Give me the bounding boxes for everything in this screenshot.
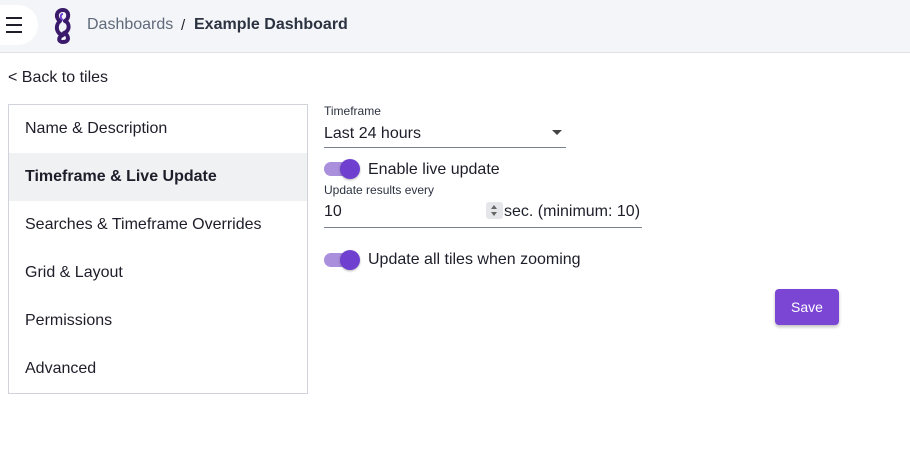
breadcrumb-dashboards-link[interactable]: Dashboards (87, 16, 173, 34)
breadcrumb-separator: / (181, 17, 186, 34)
nav-item-name-description[interactable]: Name & Description (9, 105, 307, 153)
dropdown-arrow-icon (552, 130, 562, 135)
nav-item-advanced[interactable]: Advanced (9, 345, 307, 393)
menu-line (6, 24, 22, 26)
timeframe-select-value: Last 24 hours (324, 125, 421, 142)
top-bar: Dashboards / Example Dashboard (0, 0, 910, 53)
update-every-label: Update results every (324, 183, 435, 197)
live-update-toggle[interactable] (324, 159, 362, 179)
back-to-tiles-link[interactable]: < Back to tiles (8, 69, 108, 87)
update-interval-input[interactable]: 10 (324, 200, 504, 228)
menu-line (6, 31, 22, 33)
toggle-thumb (340, 159, 360, 179)
live-update-label: Enable live update (368, 161, 500, 178)
zoom-update-toggle[interactable] (324, 250, 362, 270)
timeframe-label: Timeframe (324, 104, 381, 118)
app-logo[interactable] (52, 8, 74, 44)
settings-nav: Name & Description Timeframe & Live Upda… (8, 104, 308, 394)
update-interval-value: 10 (324, 203, 342, 220)
nav-item-grid-layout[interactable]: Grid & Layout (9, 249, 307, 297)
spinner-up-icon (491, 205, 497, 209)
nav-item-timeframe-live-update[interactable]: Timeframe & Live Update (9, 153, 307, 201)
timeframe-select[interactable]: Last 24 hours (324, 119, 566, 148)
zoom-update-label: Update all tiles when zooming (368, 251, 581, 268)
nav-item-permissions[interactable]: Permissions (9, 297, 307, 345)
save-button[interactable]: Save (775, 289, 839, 325)
toggle-thumb (340, 250, 360, 270)
breadcrumb-current: Example Dashboard (194, 16, 348, 33)
spinner-arrows-icon[interactable] (486, 202, 503, 219)
menu-line (6, 17, 22, 19)
spinner-down-icon (491, 212, 497, 216)
update-interval-suffix: sec. (minimum: 10) (504, 203, 642, 228)
nav-item-searches-timeframe-overrides[interactable]: Searches & Timeframe Overrides (9, 201, 307, 249)
hamburger-menu-icon[interactable] (0, 5, 38, 45)
